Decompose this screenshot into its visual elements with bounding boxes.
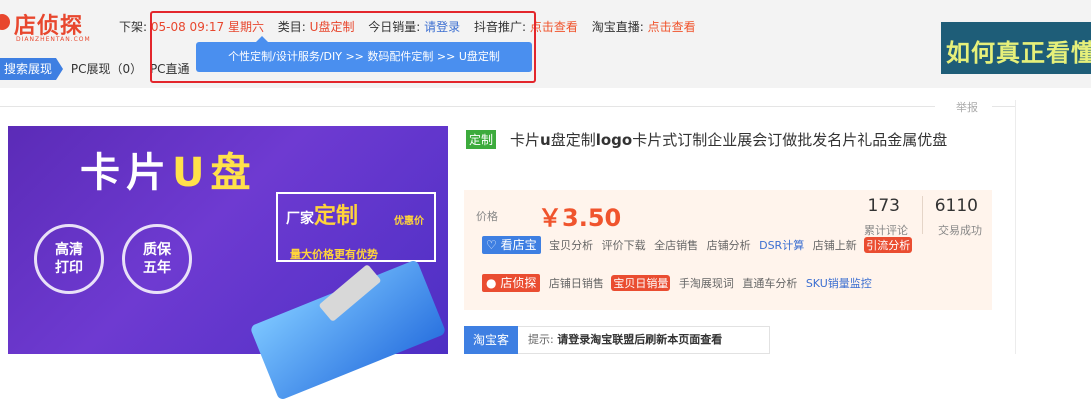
tag-arrow-icon [56,58,64,80]
dianzhentan-button[interactable]: ● 店侦探 [482,274,541,292]
price-value: ￥3.50 [538,204,622,232]
link-dsr[interactable]: DSR计算 [759,239,804,252]
divider [0,106,935,107]
link-sku-monitor[interactable]: SKU销量监控 [806,277,872,290]
link-store-new[interactable]: 店铺上新 [813,239,857,252]
custom-badge: 定制 [466,130,497,149]
link-item-daily-sales[interactable]: 宝贝日销量 [611,275,671,291]
heart-icon: ♡ [486,238,497,252]
report-link[interactable]: 举报 [956,99,978,115]
taoke-hint: 提示: 请登录淘宝联盟后刷新本页面查看 [528,333,723,346]
link-store-sales[interactable]: 全店销售 [654,239,698,252]
link-store-daily-sales[interactable]: 店铺日销售 [549,277,604,290]
taoke-label[interactable]: 淘宝客 [464,326,518,354]
image-title: 卡片U盘 [80,150,257,196]
link-traffic-analysis[interactable]: 引流分析 [864,237,913,253]
badge-hd-print: 高清 打印 [34,224,104,294]
product-title: 卡片u盘定制logo卡片式订制企业展会订做批发名片礼品金属优盘 [510,131,948,149]
link-store-analysis[interactable]: 店铺分析 [707,239,751,252]
badge-warranty: 质保 五年 [122,224,192,294]
stat-divider [922,196,923,234]
promo-banner-text: 如何真正看懂 [946,39,1091,67]
link-item-analysis[interactable]: 宝贝分析 [549,239,593,252]
listing-label: 下架: [119,20,148,34]
price-label: 价格 [476,210,498,223]
douyin-view-link[interactable]: 点击查看 [530,20,578,34]
link-mobile-keywords[interactable]: 手淘展现词 [679,277,734,290]
promo-subline: 量大价格更有优势 [290,248,378,261]
sidebar-divider [1015,100,1016,354]
kandianbao-links: ♡ 看店宝 宝贝分析 评价下载 全店销售 店铺分析 DSR计算 店铺上新 引流分… [482,236,913,254]
divider-right [992,106,1016,107]
deals-label: 交易成功 [938,224,982,237]
taobao-live-view-link[interactable]: 点击查看 [648,20,696,34]
reviews-count: 173 [867,196,900,216]
user-icon: ● [486,276,497,290]
pc-show-count[interactable]: PC展现（0） [71,58,142,80]
taobao-live-label: 淘宝直播: [591,20,644,34]
link-ztc-analysis[interactable]: 直通车分析 [742,277,797,290]
brand-logo-subtitle: DIANZHENTAN.COM [16,36,91,43]
deals-count: 6110 [934,196,978,216]
highlight-box [150,11,536,83]
dianzhentan-links: ● 店侦探 店铺日销售 宝贝日销量 手淘展现词 直通车分析 SKU销量监控 [482,274,872,292]
search-show-tag[interactable]: 搜索展现 [0,58,57,80]
kandianbao-button[interactable]: ♡ 看店宝 [482,236,541,254]
promo-tag: 优惠价 [394,216,424,227]
link-review-download[interactable]: 评价下载 [602,239,646,252]
promo-headline: 厂家定制 [286,204,359,229]
